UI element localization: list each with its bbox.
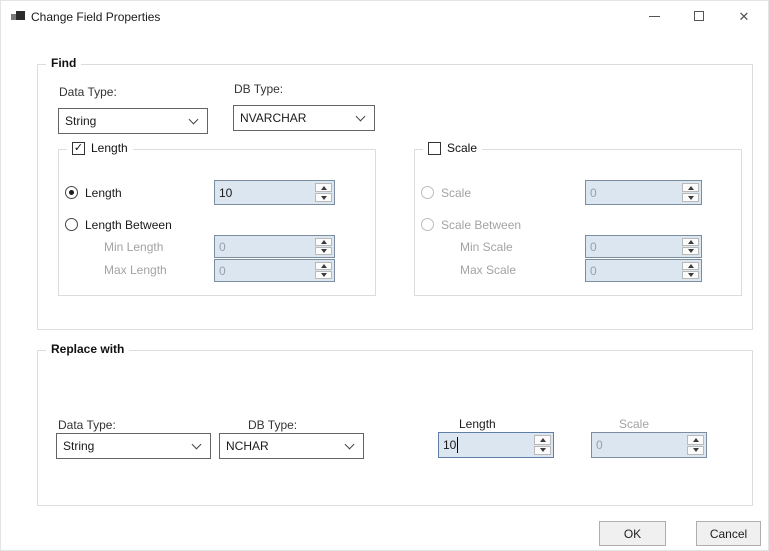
maximize-button[interactable] (682, 1, 716, 31)
replace-data-type-combo[interactable]: String (56, 433, 211, 459)
arrow-up-icon (540, 438, 546, 442)
find-scale-between-radio[interactable] (421, 218, 434, 231)
find-length-between-radio-label: Length Between (85, 218, 172, 232)
find-max-length-label: Max Length (104, 263, 167, 277)
spin-up-button[interactable] (534, 435, 551, 445)
arrow-down-icon (688, 196, 694, 200)
arrow-up-icon (688, 264, 694, 268)
find-min-scale-label: Min Scale (460, 240, 513, 254)
arrow-up-icon (321, 240, 327, 244)
spin-up-button[interactable] (682, 238, 699, 246)
arrow-up-icon (688, 186, 694, 190)
arrow-down-icon (688, 273, 694, 277)
replace-data-type-value: String (63, 439, 94, 453)
find-db-type-value: NVARCHAR (240, 111, 306, 125)
arrow-up-icon (321, 186, 327, 190)
spin-up-button[interactable] (315, 183, 332, 192)
app-icon (11, 9, 26, 23)
cancel-button[interactable]: Cancel (696, 521, 761, 546)
replace-group-legend: Replace with (46, 342, 129, 356)
find-max-scale-label: Max Scale (460, 263, 516, 277)
arrow-up-icon (693, 438, 699, 442)
find-scale-between-radio-label: Scale Between (441, 218, 521, 232)
replace-scale-field (591, 432, 707, 458)
spin-up-button[interactable] (315, 238, 332, 246)
find-length-group-legend: ✓ Length (67, 141, 133, 155)
chevron-down-icon (192, 439, 202, 449)
close-button[interactable]: ✕ (727, 1, 761, 31)
find-group-legend: Find (46, 56, 81, 70)
spin-down-button[interactable] (534, 446, 551, 456)
find-length-checkbox-label: Length (91, 141, 128, 155)
minimize-button[interactable] (637, 1, 671, 31)
spin-down-button[interactable] (682, 193, 699, 202)
chevron-down-icon (345, 439, 355, 449)
arrow-up-icon (321, 264, 327, 268)
replace-db-type-combo[interactable]: NCHAR (219, 433, 364, 459)
title-bar: Change Field Properties ✕ (1, 1, 768, 31)
arrow-up-icon (688, 240, 694, 244)
close-icon: ✕ (739, 10, 750, 23)
find-scale-checkbox-label: Scale (447, 141, 477, 155)
arrow-down-icon (693, 448, 699, 452)
find-length-radio-label: Length (85, 186, 122, 200)
window-title: Change Field Properties (31, 10, 160, 24)
find-db-type-label: DB Type: (234, 82, 283, 96)
spin-up-button[interactable] (687, 435, 704, 445)
replace-data-type-label: Data Type: (58, 418, 116, 432)
spin-up-button[interactable] (315, 262, 332, 270)
ok-button[interactable]: OK (599, 521, 666, 546)
find-db-type-combo[interactable]: NVARCHAR (233, 105, 375, 131)
find-min-length-label: Min Length (104, 240, 163, 254)
replace-scale-label: Scale (619, 417, 649, 431)
find-data-type-value: String (65, 114, 96, 128)
arrow-down-icon (321, 196, 327, 200)
find-length-checkbox[interactable]: ✓ (72, 142, 85, 155)
arrow-down-icon (321, 273, 327, 277)
find-scale-field (585, 180, 702, 205)
spin-up-button[interactable] (682, 262, 699, 270)
spin-down-button[interactable] (315, 193, 332, 202)
find-max-scale-field (585, 259, 702, 282)
maximize-icon (694, 11, 704, 21)
find-data-type-label: Data Type: (59, 85, 117, 99)
find-scale-radio-label: Scale (441, 186, 471, 200)
find-length-radio[interactable] (65, 186, 78, 199)
text-caret (457, 437, 458, 453)
spin-down-button[interactable] (687, 446, 704, 456)
spin-up-button[interactable] (682, 183, 699, 192)
find-scale-group-legend: Scale (423, 141, 482, 155)
find-scale-checkbox[interactable] (428, 142, 441, 155)
find-scale-radio[interactable] (421, 186, 434, 199)
replace-db-type-value: NCHAR (226, 439, 269, 453)
replace-length-label: Length (459, 417, 496, 431)
find-min-scale-field (585, 235, 702, 258)
find-min-length-field (214, 235, 335, 258)
chevron-down-icon (356, 111, 366, 121)
spin-down-button[interactable] (682, 247, 699, 255)
change-field-properties-dialog: Change Field Properties ✕ Find Data Type… (0, 0, 769, 551)
spin-down-button[interactable] (315, 247, 332, 255)
arrow-down-icon (321, 249, 327, 253)
minimize-icon (649, 16, 660, 17)
replace-length-field (438, 432, 554, 458)
find-max-length-field (214, 259, 335, 282)
spin-down-button[interactable] (682, 271, 699, 279)
find-length-between-radio[interactable] (65, 218, 78, 231)
replace-db-type-label: DB Type: (248, 418, 297, 432)
arrow-down-icon (540, 448, 546, 452)
find-data-type-combo[interactable]: String (58, 108, 208, 134)
find-length-field (214, 180, 335, 205)
arrow-down-icon (688, 249, 694, 253)
spin-down-button[interactable] (315, 271, 332, 279)
chevron-down-icon (189, 114, 199, 124)
